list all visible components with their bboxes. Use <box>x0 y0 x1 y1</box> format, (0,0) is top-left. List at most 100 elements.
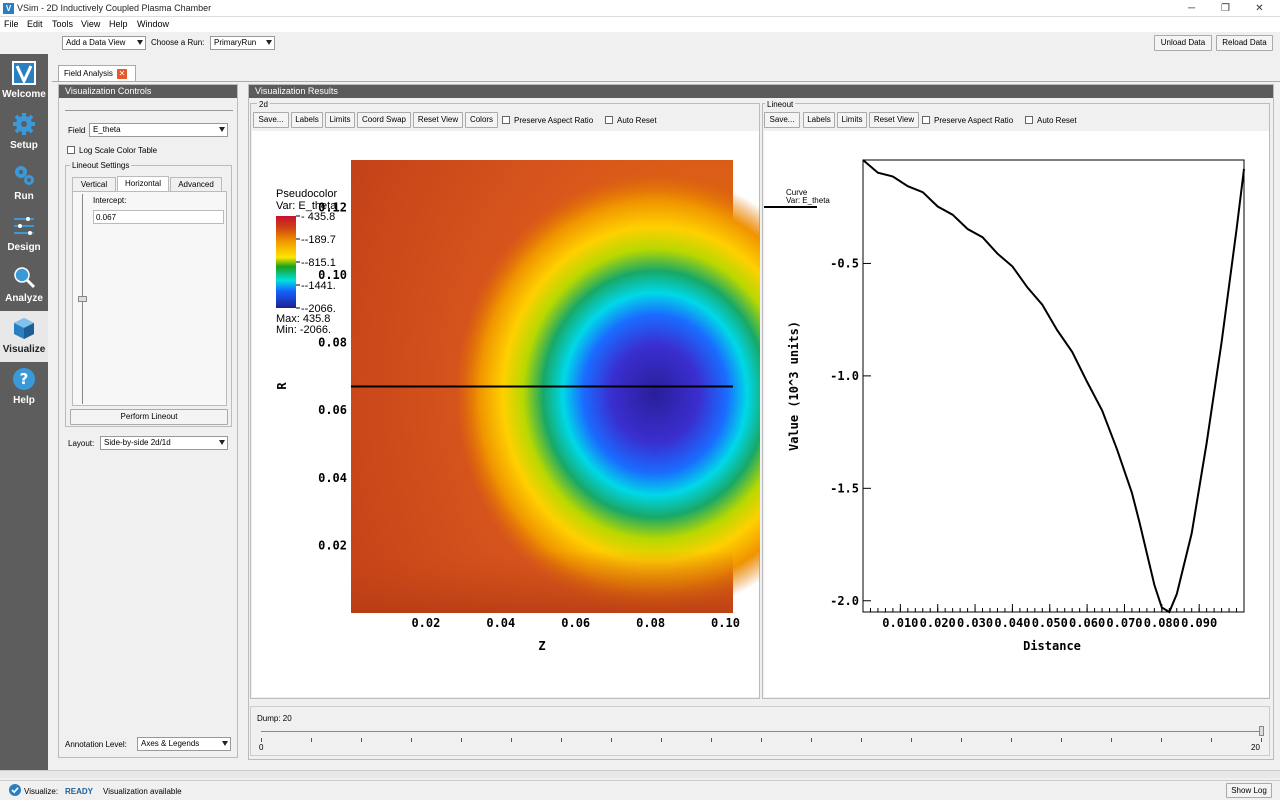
menu-file[interactable]: File <box>4 19 19 29</box>
annotation-level-select[interactable]: Axes & Legends <box>137 737 231 751</box>
sidebar-item-help[interactable]: ? Help <box>0 362 48 413</box>
minimize-button[interactable]: ─ <box>1175 0 1208 17</box>
menu-tools[interactable]: Tools <box>52 19 73 29</box>
x-tick-label: 0.070 <box>1106 616 1142 630</box>
sidebar-item-visualize[interactable]: Visualize <box>0 311 48 362</box>
dump-tick <box>511 738 512 742</box>
window-title: VSim - 2D Inductively Coupled Plasma Cha… <box>17 3 212 13</box>
app-logo-icon: V <box>3 3 14 14</box>
reset-view-1d-button[interactable]: Reset View <box>869 112 919 128</box>
reload-data-button[interactable]: Reload Data <box>1216 35 1273 51</box>
close-button[interactable]: ✕ <box>1243 0 1276 17</box>
sidebar-label: Help <box>13 395 35 406</box>
limits-1d-button[interactable]: Limits <box>837 112 867 128</box>
dump-tick <box>911 738 912 742</box>
dump-tick <box>1211 738 1212 742</box>
x-tick-label: 0.02 <box>411 616 440 630</box>
menu-view[interactable]: View <box>81 19 100 29</box>
sidebar-item-design[interactable]: Design <box>0 209 48 260</box>
tab-field-analysis[interactable]: Field Analysis ✕ <box>58 65 136 81</box>
dump-tick <box>1161 738 1162 742</box>
save-1d-button[interactable]: Save... <box>764 112 800 128</box>
plot-frame <box>862 159 1245 613</box>
toolbar: Add a Data View Choose a Run: PrimaryRun… <box>0 32 1280 54</box>
horizontal-tab-panel: Intercept: <box>72 191 227 406</box>
limits-2d-button[interactable]: Limits <box>325 112 355 128</box>
auto-reset-1d-checkbox[interactable] <box>1025 116 1033 124</box>
x-tick-label: 0.050 <box>1032 616 1068 630</box>
maximize-button[interactable]: ❐ <box>1209 0 1242 17</box>
save-2d-button[interactable]: Save... <box>253 112 289 128</box>
preserve-aspect-1d-label: Preserve Aspect Ratio <box>934 116 1014 125</box>
intercept-input[interactable] <box>93 210 224 224</box>
x-minor-ticks <box>869 608 1238 612</box>
help-icon: ? <box>13 368 35 390</box>
status-bar: Visualize: READY Visualization available… <box>0 780 1280 800</box>
dump-slider-track[interactable] <box>261 731 1262 732</box>
results-header: Visualization Results <box>249 85 1273 98</box>
preserve-aspect-2d-label: Preserve Aspect Ratio <box>514 116 594 125</box>
reset-view-2d-button[interactable]: Reset View <box>413 112 463 128</box>
auto-reset-1d-label: Auto Reset <box>1037 116 1077 125</box>
colors-button[interactable]: Colors <box>465 112 498 128</box>
status-separator <box>0 770 1280 778</box>
dump-min: 0 <box>259 743 264 752</box>
menu-window[interactable]: Window <box>137 19 169 29</box>
status-message: Visualization available <box>103 787 182 796</box>
magnifier-icon <box>14 267 36 289</box>
dump-tick <box>811 738 812 742</box>
sidebar-item-welcome[interactable]: Welcome <box>0 56 48 107</box>
intercept-slider-handle[interactable] <box>78 296 87 302</box>
dump-tick <box>861 738 862 742</box>
auto-reset-2d-checkbox[interactable] <box>605 116 613 124</box>
y-tick-label: -2.0 <box>830 594 859 608</box>
show-log-button[interactable]: Show Log <box>1226 783 1272 798</box>
colorbar-tick-label: --1441. <box>301 280 336 292</box>
colorbar-tick-labels: - 435.8--189.7--815.1--1441.--2066. <box>296 211 336 315</box>
chevron-down-icon <box>137 40 143 45</box>
perform-lineout-button[interactable]: Perform Lineout <box>70 409 228 425</box>
tab-advanced[interactable]: Advanced <box>170 177 222 191</box>
field-select[interactable]: E_theta <box>89 123 228 137</box>
x-tick-labels: 0.010 0.020 0.030 0.040 0.050 0.060 0.070 0.080… <box>882 604 1217 630</box>
dump-tick <box>561 738 562 742</box>
tab-horizontal[interactable]: Horizontal <box>117 176 169 191</box>
menu-edit[interactable]: Edit <box>27 19 43 29</box>
add-data-view-combo[interactable]: Add a Data View <box>62 36 146 50</box>
x-tick-label: 0.060 <box>1069 616 1105 630</box>
controls-panel: Visualization Controls Field E_theta Log… <box>58 84 238 758</box>
status-visualize-label: Visualize: <box>24 787 59 796</box>
log-scale-checkbox[interactable] <box>67 146 75 154</box>
preserve-aspect-1d-checkbox[interactable] <box>922 116 930 124</box>
tab-vertical[interactable]: Vertical <box>72 177 116 191</box>
sidebar-item-run[interactable]: Run <box>0 158 48 209</box>
heatmap-chart[interactable]: 0.02 0.04 0.06 0.08 0.10 0.02 0.04 0.06 0.08 0.1… <box>250 130 760 690</box>
chevron-down-icon <box>219 127 225 132</box>
sidebar-item-setup[interactable]: Setup <box>0 107 48 158</box>
y-tick-labels: 0.020.040.060.080.100.12 <box>318 200 347 552</box>
dump-tick <box>1261 738 1262 742</box>
dump-slider-handle[interactable] <box>1259 726 1264 736</box>
close-tab-icon[interactable]: ✕ <box>117 69 127 79</box>
dump-max: 20 <box>1251 743 1260 752</box>
sidebar-item-analyze[interactable]: Analyze <box>0 260 48 311</box>
x-tick-label: 0.04 <box>486 616 515 630</box>
dump-tick <box>361 738 362 742</box>
run-select[interactable]: PrimaryRun <box>210 36 275 50</box>
layout-select[interactable]: Side-by-side 2d/1d <box>100 436 228 450</box>
pane-lineout-title: Lineout <box>765 100 796 109</box>
y-tick-label: 0.02 <box>318 538 347 552</box>
menu-help[interactable]: Help <box>109 19 128 29</box>
unload-data-button[interactable]: Unload Data <box>1154 35 1212 51</box>
coord-swap-button[interactable]: Coord Swap <box>357 112 411 128</box>
labels-2d-button[interactable]: Labels <box>291 112 323 128</box>
x-tick-label: 0.090 <box>1181 616 1217 630</box>
tab-divider <box>52 81 1280 82</box>
x-tick-label: 0.08 <box>636 616 665 630</box>
dump-tick <box>1111 738 1112 742</box>
x-axis-label: Distance <box>1023 639 1081 653</box>
lineout-chart[interactable]: 0.010 0.020 0.030 0.040 0.050 0.060 0.070 0.080… <box>762 130 1270 690</box>
preserve-aspect-2d-checkbox[interactable] <box>502 116 510 124</box>
lineout-settings-title: Lineout Settings <box>70 161 132 170</box>
labels-1d-button[interactable]: Labels <box>803 112 835 128</box>
